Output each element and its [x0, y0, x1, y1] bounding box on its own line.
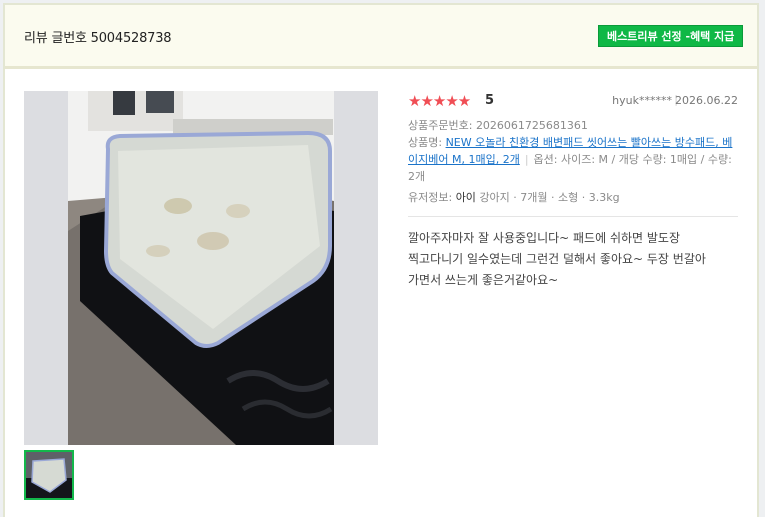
divider: [408, 216, 738, 217]
review-photo: [68, 91, 334, 445]
review-photo-viewer[interactable]: [24, 91, 378, 445]
star-rating-icon: ★★★★★: [408, 92, 471, 110]
option-separator: |: [524, 153, 529, 166]
review-info: ★★★★★ 5 hyuk****** | 2026.06.22 상품주문번호: …: [408, 91, 738, 291]
review-number: 리뷰 글번호 5004528738: [24, 31, 172, 46]
pet-info-label: 유저정보:: [408, 191, 453, 204]
pet-info-line: 유저정보: 아이 강아지 · 7개월 · 소형 · 3.3kg: [408, 189, 738, 206]
review-date: 2026.06.22: [675, 94, 738, 107]
review-photo-thumbnail[interactable]: [24, 450, 74, 500]
pet-name: 아이: [455, 191, 476, 204]
order-meta: 상품주문번호: 2026061725681361 상품명: NEW 오놀라 친환…: [408, 117, 738, 206]
review-content: 깔아주자마자 잘 사용중입니다~ 패드에 쉬하면 발도장 찍고다니기 일수였는데…: [408, 231, 706, 287]
product-label: 상품명:: [408, 136, 443, 149]
order-number: 2026061725681361: [475, 119, 588, 132]
rating-score: 5: [485, 93, 495, 108]
pet-details: 강아지 · 7개월 · 소형 · 3.3kg: [479, 191, 620, 204]
review-card: 리뷰 글번호 5004528738 베스트리뷰 선정 -혜택 지급 ★★★★★ …: [3, 3, 759, 517]
order-number-label: 상품주문번호:: [408, 119, 473, 132]
best-review-badge: 베스트리뷰 선정 -혜택 지급: [598, 25, 744, 47]
order-number-line: 상품주문번호: 2026061725681361: [408, 117, 738, 134]
product-line: 상품명: NEW 오놀라 친환경 배변패드 씻어쓰는 빨아쓰는 방수패드, 베이…: [408, 134, 738, 185]
review-header: 리뷰 글번호 5004528738 베스트리뷰 선정 -혜택 지급: [5, 5, 757, 69]
reviewer-name: hyuk******: [612, 94, 672, 107]
rating-row: ★★★★★ 5 hyuk****** | 2026.06.22: [408, 91, 738, 111]
